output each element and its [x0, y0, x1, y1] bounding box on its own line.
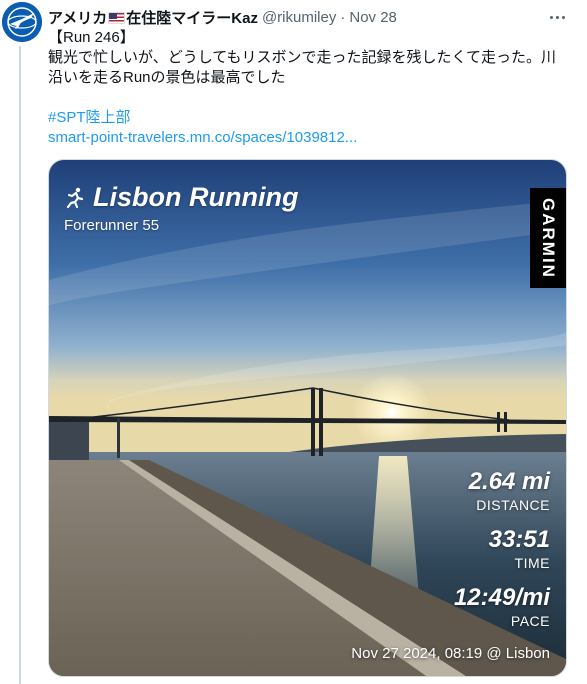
- display-name-part1: アメリカ: [48, 9, 108, 27]
- pace-label: PACE: [510, 613, 550, 629]
- more-horizontal-icon[interactable]: [547, 9, 567, 25]
- tweet-header: アメリカ 在住陸マイラーKaz @rikumiley · Nov 28: [48, 6, 575, 28]
- device-name: Forerunner 55: [64, 217, 160, 234]
- distance-label: DISTANCE: [476, 497, 550, 513]
- distance-value: 2.64 mi: [468, 468, 550, 495]
- time-value: 33:51: [488, 526, 550, 553]
- separator: ·: [340, 8, 346, 26]
- airplane-globe-icon: [2, 2, 42, 42]
- tweet-line: 沿いを走るRunの景色は最高でした: [48, 69, 286, 86]
- running-person-icon: [66, 187, 84, 208]
- tweet-date[interactable]: Nov 28: [349, 9, 397, 26]
- pace-value: 12:49/mi: [453, 584, 550, 611]
- us-flag-icon: [108, 11, 126, 24]
- hashtag-link[interactable]: #SPT陸上部: [48, 109, 131, 126]
- tweet-media-image[interactable]: Lisbon Running Forerunner 55 GARMIN 2.64…: [48, 159, 567, 677]
- garmin-logo: GARMIN: [530, 188, 566, 288]
- avatar[interactable]: [2, 2, 42, 42]
- display-name[interactable]: アメリカ 在住陸マイラーKaz: [48, 7, 258, 28]
- time-label: TIME: [514, 555, 550, 571]
- tweet-text: 【Run 246】 観光で忙しいが、どうしてもリスボンで走った記録を残したくて走…: [48, 28, 578, 148]
- display-name-part2: 在住陸マイラーKaz: [126, 9, 258, 27]
- thread-line: [19, 46, 21, 684]
- run-datetime-location: Nov 27 2024, 08:19 @ Lisbon: [351, 645, 550, 662]
- run-title-text: Lisbon Running: [93, 182, 299, 212]
- run-stats: 2.64 mi DISTANCE 33:51 TIME 12:49/mi PAC…: [454, 468, 550, 642]
- brand-text: GARMIN: [539, 197, 558, 279]
- tweet-line: 観光で忙しいが、どうしてもリスボンで走った記録を残したくて走った。川: [48, 49, 557, 66]
- url-link[interactable]: smart-point-travelers.mn.co/spaces/10398…: [48, 129, 357, 146]
- user-handle[interactable]: @rikumiley: [262, 9, 336, 26]
- run-title: Lisbon Running: [63, 182, 298, 213]
- tweet-line: 【Run 246】: [48, 29, 135, 46]
